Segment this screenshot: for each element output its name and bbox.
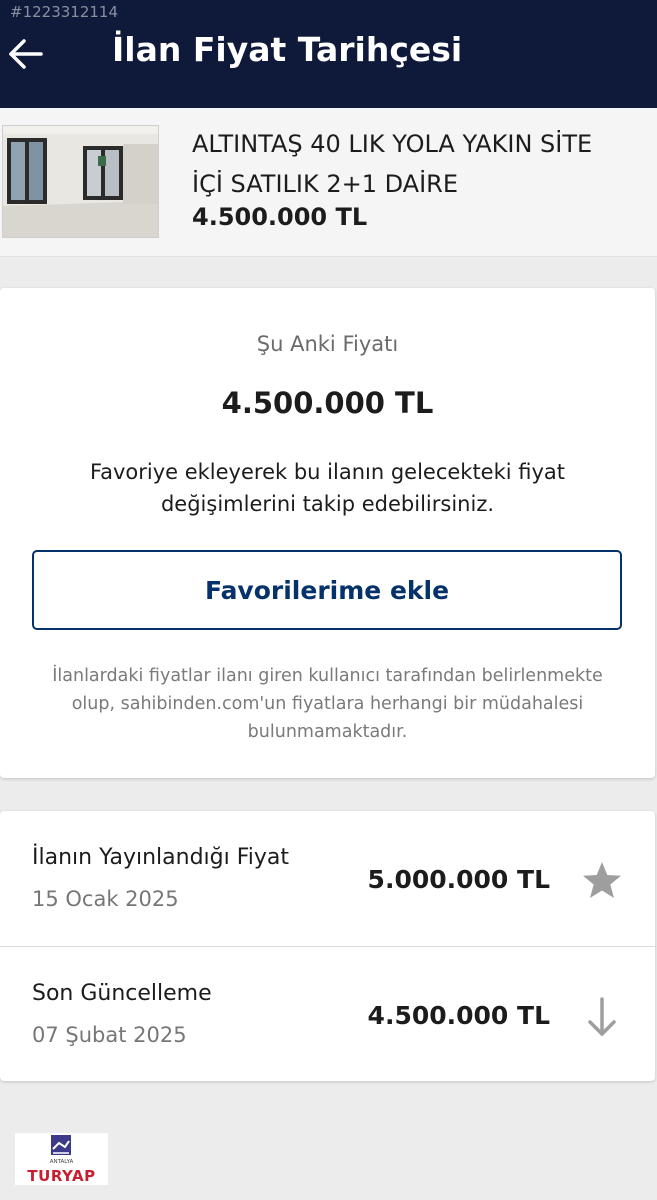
listing-title-line1: ALTINTAŞ 40 LIK YOLA YAKIN SİTE xyxy=(192,130,593,158)
favorite-info-text: Favoriye ekleyerek bu ilanın gelecekteki… xyxy=(50,456,605,520)
star-icon xyxy=(580,859,624,903)
price-history-card: İlanın Yayınlandığı Fiyat 15 Ocak 2025 5… xyxy=(0,811,655,1081)
history-row-published: İlanın Yayınlandığı Fiyat 15 Ocak 2025 5… xyxy=(0,811,655,946)
current-price-label: Şu Anki Fiyatı xyxy=(256,332,399,356)
listing-thumbnail[interactable] xyxy=(2,125,159,238)
favorite-info-line1: Favoriye ekleyerek bu ilanın gelecekteki… xyxy=(89,460,566,484)
history-row-label: Son Güncelleme xyxy=(32,981,212,1006)
current-price-card: Şu Anki Fiyatı 4.500.000 TL Favoriye ekl… xyxy=(0,288,655,778)
turyap-logo: ANTALYA TURYAP xyxy=(15,1133,108,1185)
current-price-value: 4.500.000 TL xyxy=(221,386,434,420)
disclaimer-line2: olup, sahibinden.com'un fiyatlara herhan… xyxy=(71,694,584,714)
history-row-label: İlanın Yayınlandığı Fiyat xyxy=(32,845,290,870)
listing-summary[interactable]: ALTINTAŞ 40 LIK YOLA YAKIN SİTE İÇİ SATI… xyxy=(0,108,657,257)
arrow-down-icon xyxy=(580,995,624,1039)
history-row-date: 07 Şubat 2025 xyxy=(32,1023,187,1047)
page-title: İlan Fiyat Tarihçesi xyxy=(112,30,463,69)
history-row-last-update: Son Güncelleme 07 Şubat 2025 4.500.000 T… xyxy=(0,946,655,1082)
history-row-price: 4.500.000 TL xyxy=(367,1001,550,1030)
add-to-favorites-button[interactable]: Favorilerime ekle xyxy=(32,550,622,630)
listing-title-line2: İÇİ SATILIK 2+1 DAİRE xyxy=(192,170,459,198)
price-disclaimer: İlanlardaki fiyatlar ilanı giren kullanı… xyxy=(30,662,625,746)
listing-id-watermark: #1223312114 xyxy=(10,3,119,21)
history-row-price: 5.000.000 TL xyxy=(367,865,550,894)
disclaimer-line1: İlanlardaki fiyatlar ilanı giren kullanı… xyxy=(52,666,603,686)
listing-price: 4.500.000 TL xyxy=(192,203,368,231)
favorite-info-line2: değişimlerini takip edebilirsiniz. xyxy=(160,492,495,516)
arrow-left-icon[interactable] xyxy=(6,34,46,74)
logo-text: TURYAP xyxy=(27,1167,96,1185)
logo-subtext: ANTALYA xyxy=(49,1159,74,1165)
disclaimer-line3: bulunmamaktadır. xyxy=(247,722,408,742)
listing-title: ALTINTAŞ 40 LIK YOLA YAKIN SİTE İÇİ SATI… xyxy=(192,124,647,204)
history-row-date: 15 Ocak 2025 xyxy=(32,887,179,911)
